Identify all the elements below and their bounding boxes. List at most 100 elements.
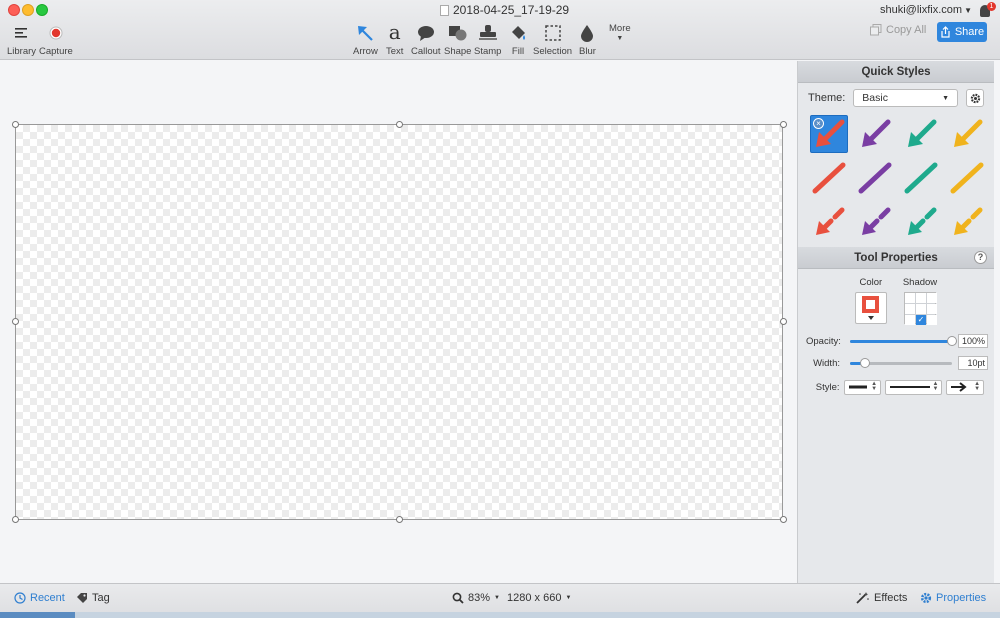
arrow-tool-icon bbox=[356, 22, 374, 44]
share-button[interactable]: Share bbox=[937, 22, 987, 42]
more-label: More bbox=[609, 23, 631, 34]
line-style-select[interactable]: ▲ ▼ bbox=[885, 379, 943, 395]
resize-handle-left[interactable] bbox=[12, 318, 19, 325]
width-slider[interactable] bbox=[850, 356, 952, 370]
theme-row: Theme: Basic ▼ bbox=[798, 83, 994, 113]
quick-style-line-4[interactable] bbox=[948, 159, 986, 197]
capture-button[interactable]: Capture bbox=[39, 22, 73, 57]
arrow-head-select[interactable]: ▲ ▼ bbox=[946, 379, 985, 395]
line-style-icon bbox=[858, 162, 892, 194]
tool-selection[interactable]: Selection bbox=[533, 22, 572, 57]
resize-handle-right[interactable] bbox=[780, 318, 787, 325]
tool-properties-header: Tool Properties ? bbox=[798, 247, 994, 269]
tool-callout[interactable]: Callout bbox=[411, 22, 441, 57]
opacity-slider-knob[interactable] bbox=[947, 336, 957, 346]
shadow-picker[interactable]: ✓ bbox=[904, 292, 937, 325]
line-cap-select[interactable]: ▲ ▼ bbox=[843, 379, 882, 395]
image-canvas[interactable] bbox=[15, 124, 783, 520]
quick-style-arrow-2[interactable] bbox=[856, 115, 894, 153]
resize-handle-top-left[interactable] bbox=[12, 121, 19, 128]
color-label: Color bbox=[859, 277, 883, 288]
library-button[interactable]: Library bbox=[7, 22, 36, 57]
clock-icon bbox=[14, 592, 26, 604]
speech-bubble-icon bbox=[417, 22, 435, 44]
tool-blur[interactable]: Blur bbox=[579, 22, 596, 57]
magnifier-icon bbox=[452, 592, 464, 604]
tool-label: Arrow bbox=[353, 46, 378, 57]
magic-wand-icon bbox=[856, 592, 869, 604]
tool-label: Stamp bbox=[474, 46, 502, 57]
canvas-area[interactable] bbox=[0, 61, 797, 583]
dimensions-control[interactable]: 1280 x 660 ▼ bbox=[507, 592, 571, 604]
stamp-icon bbox=[478, 22, 498, 44]
resize-handle-bottom[interactable] bbox=[396, 516, 403, 523]
dashed-arrow-style-icon bbox=[954, 207, 983, 235]
quick-style-arrow-3[interactable] bbox=[902, 115, 940, 153]
selection-icon bbox=[544, 22, 562, 44]
text-tool-glyph: a bbox=[388, 20, 401, 44]
tag-button[interactable]: Tag bbox=[76, 592, 110, 604]
quick-style-dashed-arrow-4[interactable] bbox=[948, 203, 986, 241]
share-label: Share bbox=[954, 26, 985, 38]
shadow-column: Shadow ✓ bbox=[903, 277, 937, 325]
theme-settings-button[interactable] bbox=[966, 89, 984, 107]
arrow-style-icon bbox=[908, 119, 937, 147]
account-menu[interactable]: shuki@lixfix.com ▼ bbox=[880, 4, 972, 16]
width-slider-knob[interactable] bbox=[860, 358, 871, 368]
resize-handle-top[interactable] bbox=[396, 121, 403, 128]
document-title: 2018-04-25_17-19-29 bbox=[440, 3, 569, 17]
checkmark-icon: ✓ bbox=[916, 315, 926, 325]
copy-icon bbox=[870, 24, 882, 36]
water-drop-icon bbox=[580, 22, 594, 44]
quick-style-arrow-1[interactable]: × bbox=[810, 115, 848, 153]
quick-style-arrow-4[interactable] bbox=[948, 115, 986, 153]
minimize-window-button[interactable] bbox=[22, 4, 34, 16]
tool-stamp[interactable]: Stamp bbox=[474, 22, 501, 57]
close-window-button[interactable] bbox=[8, 4, 20, 16]
close-icon[interactable]: × bbox=[813, 118, 824, 129]
chevron-down-icon: ▼ bbox=[616, 35, 624, 42]
opacity-slider[interactable] bbox=[850, 334, 957, 348]
document-icon bbox=[440, 4, 449, 16]
quick-style-dashed-arrow-3[interactable] bbox=[902, 203, 940, 241]
quick-style-line-1[interactable] bbox=[810, 159, 848, 197]
color-picker[interactable] bbox=[854, 292, 887, 324]
tool-shape[interactable]: Shape bbox=[444, 22, 471, 57]
chevron-down-icon: ▼ bbox=[565, 595, 572, 601]
tool-label: Fill bbox=[511, 46, 525, 57]
tool-fill[interactable]: Fill bbox=[509, 22, 527, 57]
line-style-icon bbox=[812, 162, 846, 194]
more-tools-button[interactable]: More ▼ bbox=[609, 23, 631, 42]
tool-properties: Color Shadow ✓ Opacity: 100% Width: 10pt… bbox=[798, 269, 994, 402]
tool-arrow[interactable]: Arrow bbox=[353, 22, 378, 57]
width-input[interactable]: 10pt bbox=[958, 356, 988, 370]
tool-text[interactable]: a Text bbox=[386, 20, 403, 57]
quick-style-line-2[interactable] bbox=[856, 159, 894, 197]
resize-handle-bottom-left[interactable] bbox=[12, 516, 19, 523]
help-button[interactable]: ? bbox=[974, 251, 987, 264]
quick-style-dashed-arrow-1[interactable] bbox=[810, 203, 848, 241]
library-label: Library bbox=[7, 46, 37, 57]
quick-style-dashed-arrow-2[interactable] bbox=[856, 203, 894, 241]
zoom-control[interactable]: 83% ▼ bbox=[452, 592, 500, 604]
zoom-value: 83% bbox=[468, 592, 491, 604]
properties-button[interactable]: Properties bbox=[920, 592, 986, 604]
recent-button[interactable]: Recent bbox=[14, 592, 65, 604]
quick-style-line-3[interactable] bbox=[902, 159, 940, 197]
copy-all-button[interactable]: Copy All bbox=[870, 24, 926, 36]
resize-handle-bottom-right[interactable] bbox=[780, 516, 787, 523]
style-label: Style: bbox=[815, 381, 840, 393]
notifications-button[interactable]: 1 bbox=[980, 2, 996, 17]
resize-handle-top-right[interactable] bbox=[780, 121, 787, 128]
color-column: Color bbox=[854, 277, 887, 324]
panel-scrollbar[interactable] bbox=[994, 61, 1000, 583]
gear-icon bbox=[920, 592, 932, 604]
opacity-label: Opacity: bbox=[806, 335, 841, 347]
effects-button[interactable]: Effects bbox=[856, 592, 907, 604]
quick-styles-header: Quick Styles bbox=[798, 61, 994, 83]
menu-icon bbox=[14, 22, 29, 44]
theme-select[interactable]: Basic ▼ bbox=[853, 89, 958, 107]
opacity-input[interactable]: 100% bbox=[958, 334, 988, 348]
share-icon bbox=[941, 26, 950, 38]
zoom-window-button[interactable] bbox=[36, 4, 48, 16]
